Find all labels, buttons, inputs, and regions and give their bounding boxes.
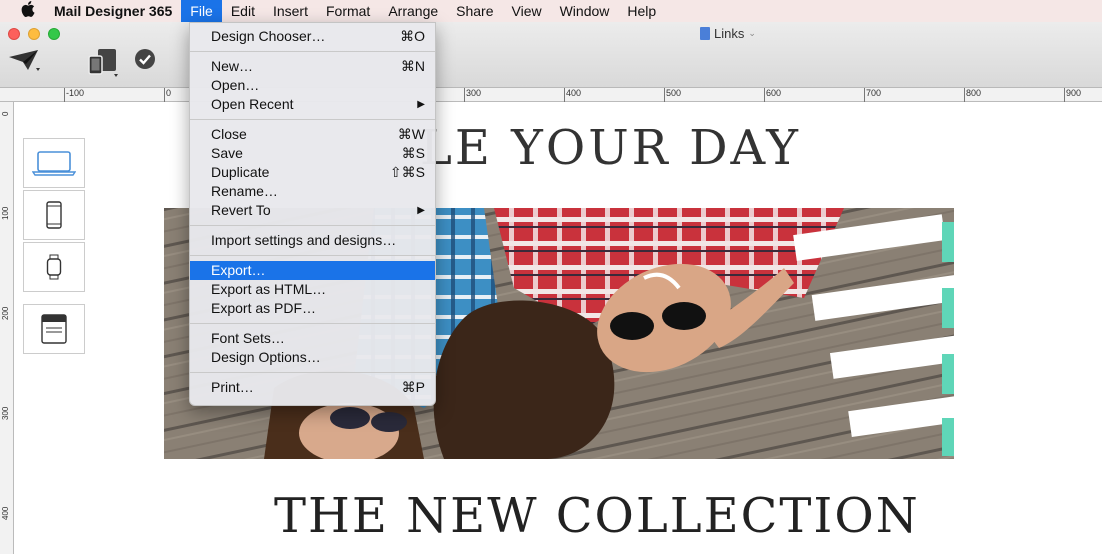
menu-item-label: Rename…: [211, 183, 278, 199]
menu-separator: [190, 119, 435, 120]
menu-item-revert-to[interactable]: Revert To ▶: [190, 201, 435, 220]
ruler-label: 800: [966, 88, 982, 98]
menu-item-close[interactable]: Close ⌘W: [190, 125, 435, 144]
menu-item-new[interactable]: New… ⌘N: [190, 57, 435, 76]
hero-heading[interactable]: LE YOUR DAY: [420, 120, 801, 176]
minimize-window-button[interactable]: [28, 28, 40, 40]
app-name-menu[interactable]: Mail Designer 365: [42, 0, 181, 22]
menu-item-open[interactable]: Open…: [190, 76, 435, 95]
checkmark-icon[interactable]: [134, 48, 156, 73]
menu-separator: [190, 255, 435, 256]
menu-item-label: Export as PDF…: [211, 300, 317, 316]
shortcut-label: ⌘W: [397, 126, 425, 142]
menu-item-design-chooser[interactable]: Design Chooser… ⌘O: [190, 27, 435, 46]
horizontal-ruler: -100 0 300 400 500 600 700 800 900: [0, 88, 1102, 102]
menu-item-export[interactable]: Export…: [190, 261, 435, 280]
send-paper-plane-icon[interactable]: [8, 48, 42, 77]
menu-separator: [190, 225, 435, 226]
ruler-label: 600: [766, 88, 782, 98]
menu-item-label: Print…: [211, 379, 254, 395]
vruler-label: 400: [1, 506, 10, 520]
ruler-label: 0: [166, 88, 172, 98]
document-title[interactable]: Links ⌄: [700, 26, 756, 41]
shortcut-label: ⌘O: [400, 28, 425, 44]
device-email-button[interactable]: [23, 304, 85, 354]
collection-heading[interactable]: THE NEW COLLECTION: [274, 488, 920, 544]
menu-item-label: Import settings and designs…: [211, 232, 397, 248]
vruler-label: 200: [1, 306, 10, 320]
menu-item-export-pdf[interactable]: Export as PDF…: [190, 299, 435, 318]
menu-help[interactable]: Help: [618, 0, 665, 22]
shortcut-label: ⌘S: [401, 145, 425, 161]
menu-item-label: Design Chooser…: [211, 28, 326, 44]
phone-icon: [46, 201, 62, 229]
menu-bar: Mail Designer 365 File Edit Insert Forma…: [0, 0, 1102, 22]
watch-icon: [46, 254, 62, 280]
menu-separator: [190, 51, 435, 52]
menu-edit[interactable]: Edit: [222, 0, 264, 22]
menu-window[interactable]: Window: [551, 0, 619, 22]
window-toolbar: Links ⌄: [0, 22, 1102, 88]
document-title-label: Links: [714, 26, 745, 41]
menu-item-font-sets[interactable]: Font Sets…: [190, 329, 435, 348]
ruler-label: 900: [1066, 88, 1082, 98]
email-layout-icon: [41, 314, 67, 344]
menu-separator: [190, 323, 435, 324]
menu-item-label: New…: [211, 58, 254, 74]
menu-item-duplicate[interactable]: Duplicate ⇧⌘S: [190, 163, 435, 182]
menu-item-design-options[interactable]: Design Options…: [190, 348, 435, 367]
menu-item-label: Close: [211, 126, 247, 142]
ruler-label: 400: [566, 88, 582, 98]
menu-item-label: Export as HTML…: [211, 281, 327, 297]
menu-item-import[interactable]: Import settings and designs…: [190, 231, 435, 250]
menu-format[interactable]: Format: [317, 0, 379, 22]
file-menu-dropdown: Design Chooser… ⌘O New… ⌘N Open… Open Re…: [189, 22, 436, 406]
ruler-label: 300: [466, 88, 482, 98]
shortcut-label: ⌘N: [400, 58, 425, 74]
ruler-label: -100: [66, 88, 85, 98]
document-icon: [700, 27, 710, 40]
submenu-arrow-icon: ▶: [417, 205, 425, 216]
menu-item-label: Revert To: [211, 202, 271, 218]
close-window-button[interactable]: [8, 28, 20, 40]
menu-share[interactable]: Share: [447, 0, 502, 22]
submenu-arrow-icon: ▶: [417, 99, 425, 110]
menu-item-label: Open Recent: [211, 96, 294, 112]
laptop-icon: [32, 151, 76, 176]
menu-item-label: Save: [211, 145, 243, 161]
vruler-label: 0: [1, 111, 10, 116]
menu-item-export-html[interactable]: Export as HTML…: [190, 280, 435, 299]
shortcut-label: ⌘P: [401, 379, 425, 395]
menu-item-rename[interactable]: Rename…: [190, 182, 435, 201]
device-preview-icon[interactable]: [88, 48, 122, 81]
menu-item-label: Font Sets…: [211, 330, 285, 346]
menu-insert[interactable]: Insert: [264, 0, 317, 22]
menu-file[interactable]: File: [181, 0, 222, 22]
menu-view[interactable]: View: [503, 0, 551, 22]
menu-item-save[interactable]: Save ⌘S: [190, 144, 435, 163]
device-phone-button[interactable]: [23, 190, 85, 240]
vruler-label: 300: [1, 406, 10, 420]
menu-item-label: Export…: [211, 262, 266, 278]
device-desktop-button[interactable]: [23, 138, 85, 188]
shortcut-label: ⇧⌘S: [389, 164, 425, 180]
menu-item-open-recent[interactable]: Open Recent ▶: [190, 95, 435, 114]
apple-menu-icon[interactable]: [0, 1, 42, 21]
menu-item-label: Duplicate: [211, 164, 270, 180]
menu-separator: [190, 372, 435, 373]
ruler-label: 700: [866, 88, 882, 98]
vertical-ruler: 0 100 200 300 400: [0, 102, 14, 554]
menu-item-print[interactable]: Print… ⌘P: [190, 378, 435, 397]
ruler-label: 500: [666, 88, 682, 98]
chevron-down-icon: ⌄: [748, 28, 756, 38]
menu-item-label: Design Options…: [211, 349, 321, 365]
device-watch-button[interactable]: [23, 242, 85, 292]
menu-arrange[interactable]: Arrange: [379, 0, 447, 22]
vruler-label: 100: [1, 206, 10, 220]
zoom-window-button[interactable]: [48, 28, 60, 40]
menu-item-label: Open…: [211, 77, 260, 93]
